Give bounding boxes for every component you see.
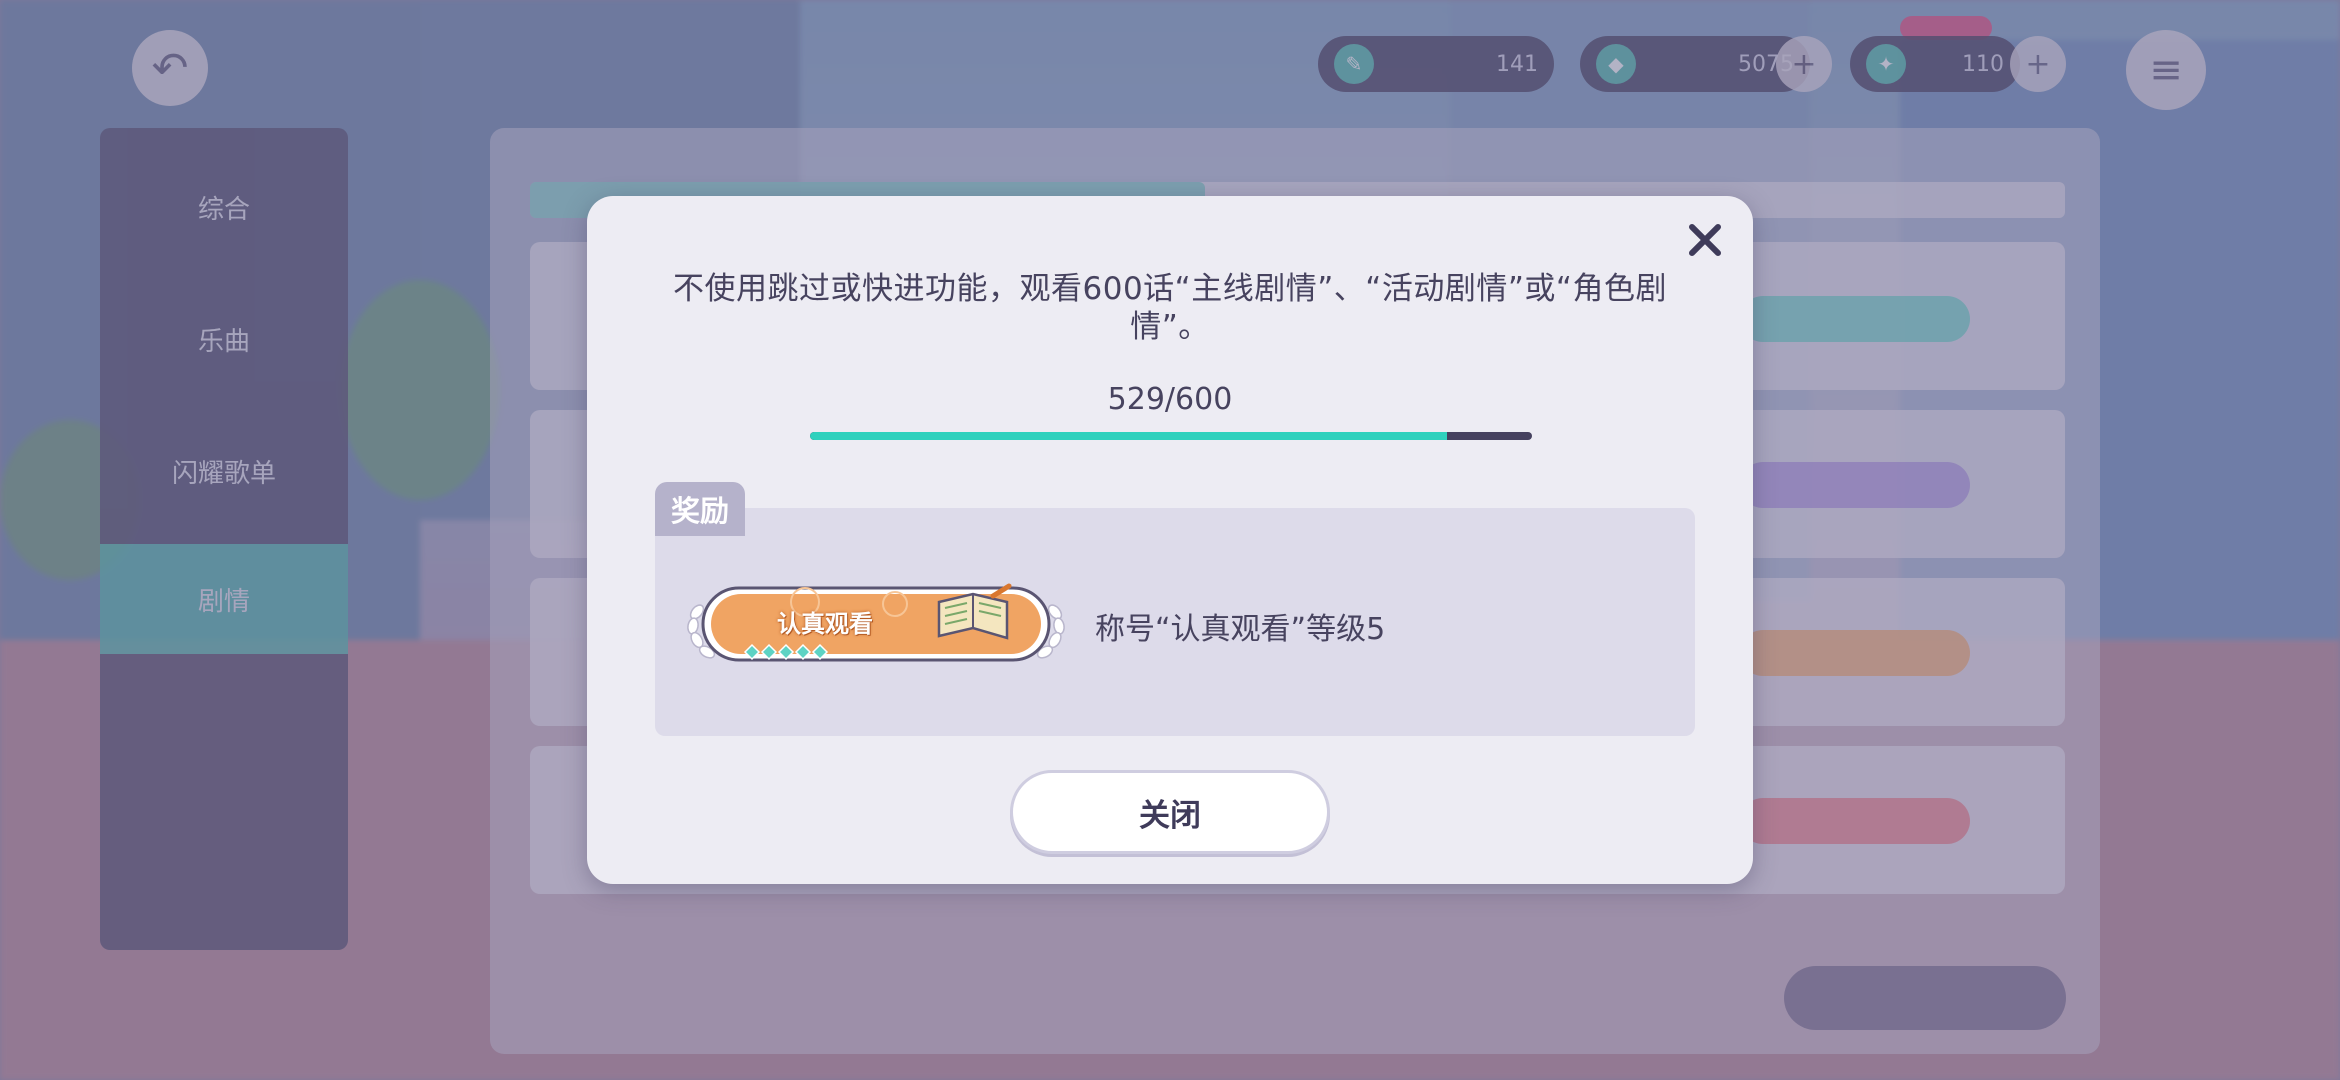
reward-box: 认真观看 称号“认真观看”等级5 [655, 508, 1695, 736]
progress-bar-fill [810, 432, 1447, 440]
close-dialog-button[interactable] [1679, 214, 1731, 266]
progress-bar [810, 432, 1532, 440]
close-button[interactable]: 关闭 [1010, 770, 1330, 854]
mission-description: 不使用跳过或快进功能，观看600话“主线剧情”、“活动剧情”或“角色剧情”。 [673, 271, 1667, 345]
progress-count: 529/600 [1107, 382, 1233, 417]
close-x-icon [1689, 224, 1721, 256]
title-badge-label: 认真观看 [777, 610, 873, 638]
title-badge: 认真观看 [685, 582, 1067, 664]
reward-tab-label: 奖励 [655, 482, 745, 536]
mission-detail-dialog: 不使用跳过或快进功能，观看600话“主线剧情”、“活动剧情”或“角色剧情”。 5… [587, 196, 1753, 884]
reward-description: 称号“认真观看”等级5 [1095, 612, 1386, 647]
